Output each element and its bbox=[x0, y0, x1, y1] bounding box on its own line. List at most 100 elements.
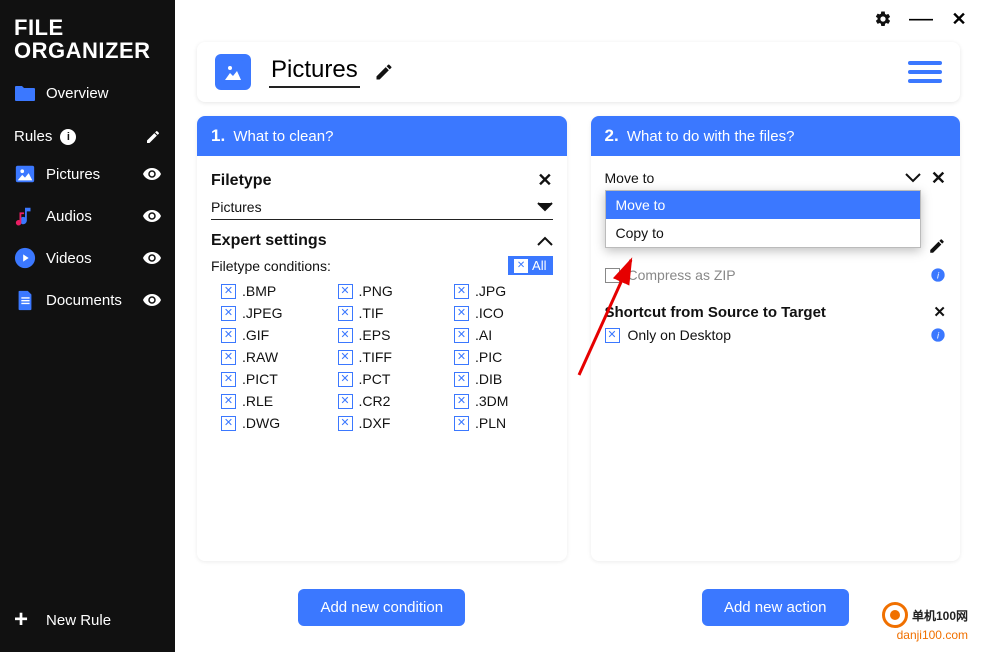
panel-what-to-do: 2. What to do with the files? Move to Mo… bbox=[591, 116, 961, 561]
filetype-item[interactable]: ✕.3DM bbox=[454, 393, 553, 409]
select-all-chip[interactable]: ✕ All bbox=[508, 256, 552, 275]
filetype-item[interactable]: ✕.JPEG bbox=[221, 305, 320, 321]
checkbox-icon: ✕ bbox=[454, 350, 469, 365]
sidebar-item-documents[interactable]: Documents bbox=[0, 279, 175, 321]
checkbox-icon: ✕ bbox=[221, 416, 236, 431]
filetype-ext: .ICO bbox=[475, 305, 504, 321]
menu-icon[interactable] bbox=[908, 57, 942, 87]
filetype-item[interactable]: ✕ .TIFF bbox=[338, 349, 437, 365]
panels: 1. What to clean? Filetype ✕ Pictures Ex… bbox=[197, 116, 960, 561]
filetype-item[interactable]: ✕ .DIB bbox=[454, 371, 553, 387]
chevron-up-icon bbox=[537, 236, 553, 246]
only-desktop-checkbox[interactable]: ✕ bbox=[605, 328, 620, 343]
filetype-item[interactable]: ✕.RAW bbox=[221, 349, 320, 365]
filetype-select[interactable]: Pictures bbox=[211, 195, 553, 220]
new-rule-button[interactable]: + New Rule bbox=[0, 588, 175, 652]
panel2-title: What to do with the files? bbox=[627, 128, 795, 145]
document-icon bbox=[14, 289, 36, 311]
checkbox-icon: ✕ bbox=[454, 328, 469, 343]
filetype-ext: .DIB bbox=[475, 371, 502, 387]
checkbox-icon: ✕ bbox=[454, 394, 469, 409]
checkbox-icon: ✕ bbox=[454, 306, 469, 321]
filetype-item[interactable]: ✕.RLE bbox=[221, 393, 320, 409]
sidebar-item-label: Pictures bbox=[46, 166, 100, 183]
plus-icon: + bbox=[14, 606, 28, 634]
filetype-item[interactable]: ✕ .PNG bbox=[338, 283, 437, 299]
filetype-item[interactable]: ✕ .ICO bbox=[454, 305, 553, 321]
checkbox-icon: ✕ bbox=[221, 284, 236, 299]
eye-icon[interactable] bbox=[143, 294, 161, 306]
checkbox-icon: ✕ bbox=[338, 284, 353, 299]
compress-label: Compress as ZIP bbox=[628, 267, 736, 283]
dropdown-item-move[interactable]: Move to bbox=[606, 191, 920, 219]
expert-settings-toggle[interactable]: Expert settings bbox=[211, 232, 553, 250]
remove-shortcut-icon[interactable]: ✕ bbox=[933, 303, 946, 321]
filetype-item[interactable]: ✕.AI bbox=[454, 327, 553, 343]
filetype-item[interactable]: ✕.JPG bbox=[454, 283, 553, 299]
new-rule-label: New Rule bbox=[46, 612, 111, 629]
shortcut-label: Shortcut from Source to Target bbox=[605, 304, 826, 321]
filetype-ext: .PNG bbox=[359, 283, 393, 299]
watermark-url: danji100.com bbox=[882, 628, 968, 642]
page-title[interactable]: Pictures bbox=[269, 56, 360, 88]
checkbox-icon: ✕ bbox=[221, 306, 236, 321]
filetype-ext: .DWG bbox=[242, 415, 280, 431]
sidebar-item-pictures[interactable]: Pictures bbox=[0, 153, 175, 195]
chevron-down-icon bbox=[537, 202, 553, 212]
sidebar: FILE ORGANIZER Overview Rules i Pictures… bbox=[0, 0, 175, 652]
filetype-item[interactable]: ✕.PIC bbox=[454, 349, 553, 365]
action-select[interactable]: Move to Move to Copy to bbox=[605, 166, 921, 191]
filetype-item[interactable]: ✕.BMP bbox=[221, 283, 320, 299]
info-icon[interactable]: i bbox=[930, 267, 946, 283]
filetype-ext: .PCT bbox=[359, 371, 391, 387]
watermark-brand: 单机100网 bbox=[912, 607, 968, 624]
checkbox-icon: ✕ bbox=[338, 416, 353, 431]
watermark: 单机100网 danji100.com bbox=[882, 602, 968, 642]
info-icon[interactable]: i bbox=[930, 327, 946, 343]
filetype-item[interactable]: ✕.TIF bbox=[338, 305, 437, 321]
remove-action-icon[interactable]: ✕ bbox=[931, 168, 946, 189]
sidebar-item-label: Videos bbox=[46, 250, 92, 267]
sidebar-item-audios[interactable]: Audios bbox=[0, 195, 175, 237]
edit-action-icon[interactable] bbox=[928, 237, 946, 255]
info-icon[interactable]: i bbox=[60, 129, 76, 145]
eye-icon[interactable] bbox=[143, 210, 161, 222]
folder-icon bbox=[14, 82, 36, 104]
overview-label: Overview bbox=[46, 85, 109, 102]
filetype-ext: .GIF bbox=[242, 327, 269, 343]
chevron-down-icon bbox=[905, 173, 921, 183]
checkbox-icon: ✕ bbox=[338, 350, 353, 365]
edit-rules-icon[interactable] bbox=[145, 129, 161, 145]
eye-icon[interactable] bbox=[143, 168, 161, 180]
filetype-item[interactable]: ✕.DXF bbox=[338, 415, 437, 431]
filetype-item[interactable]: ✕.PCT bbox=[338, 371, 437, 387]
panel-what-to-clean: 1. What to clean? Filetype ✕ Pictures Ex… bbox=[197, 116, 567, 561]
filetype-ext: .TIFF bbox=[359, 349, 392, 365]
sidebar-item-label: Audios bbox=[46, 208, 92, 225]
add-action-button[interactable]: Add new action bbox=[702, 589, 849, 626]
sidebar-overview[interactable]: Overview bbox=[0, 72, 175, 114]
compress-checkbox[interactable] bbox=[605, 268, 620, 283]
filetype-item[interactable]: ✕.PLN bbox=[454, 415, 553, 431]
play-icon bbox=[14, 247, 36, 269]
remove-filetype-icon[interactable]: ✕ bbox=[537, 170, 552, 191]
checkbox-icon: ✕ bbox=[221, 350, 236, 365]
checkbox-icon: ✕ bbox=[454, 372, 469, 387]
sidebar-item-videos[interactable]: Videos bbox=[0, 237, 175, 279]
filetype-grid: ✕.BMP✕.PNG✕.JPG✕.JPEG✕.TIF✕.ICO✕.GIF✕.EP… bbox=[211, 283, 553, 431]
filetype-item[interactable]: ✕.CR2 bbox=[338, 393, 437, 409]
eye-icon[interactable] bbox=[143, 252, 161, 264]
dropdown-item-copy[interactable]: Copy to bbox=[606, 219, 920, 247]
checkbox-icon: ✕ bbox=[454, 284, 469, 299]
filetype-item[interactable]: ✕ .DWG bbox=[221, 415, 320, 431]
conditions-label: Filetype conditions: bbox=[211, 258, 331, 274]
app-title-line1: FILE bbox=[14, 16, 161, 39]
filetype-item[interactable]: ✕.PICT bbox=[221, 371, 320, 387]
add-condition-button[interactable]: Add new condition bbox=[298, 589, 465, 626]
app-title-line2: ORGANIZER bbox=[14, 39, 161, 62]
edit-title-icon[interactable] bbox=[374, 62, 394, 82]
filetype-item[interactable]: ✕.EPS bbox=[338, 327, 437, 343]
checkbox-icon: ✕ bbox=[338, 306, 353, 321]
filetype-item[interactable]: ✕.GIF bbox=[221, 327, 320, 343]
filetype-label: Filetype bbox=[211, 172, 271, 190]
